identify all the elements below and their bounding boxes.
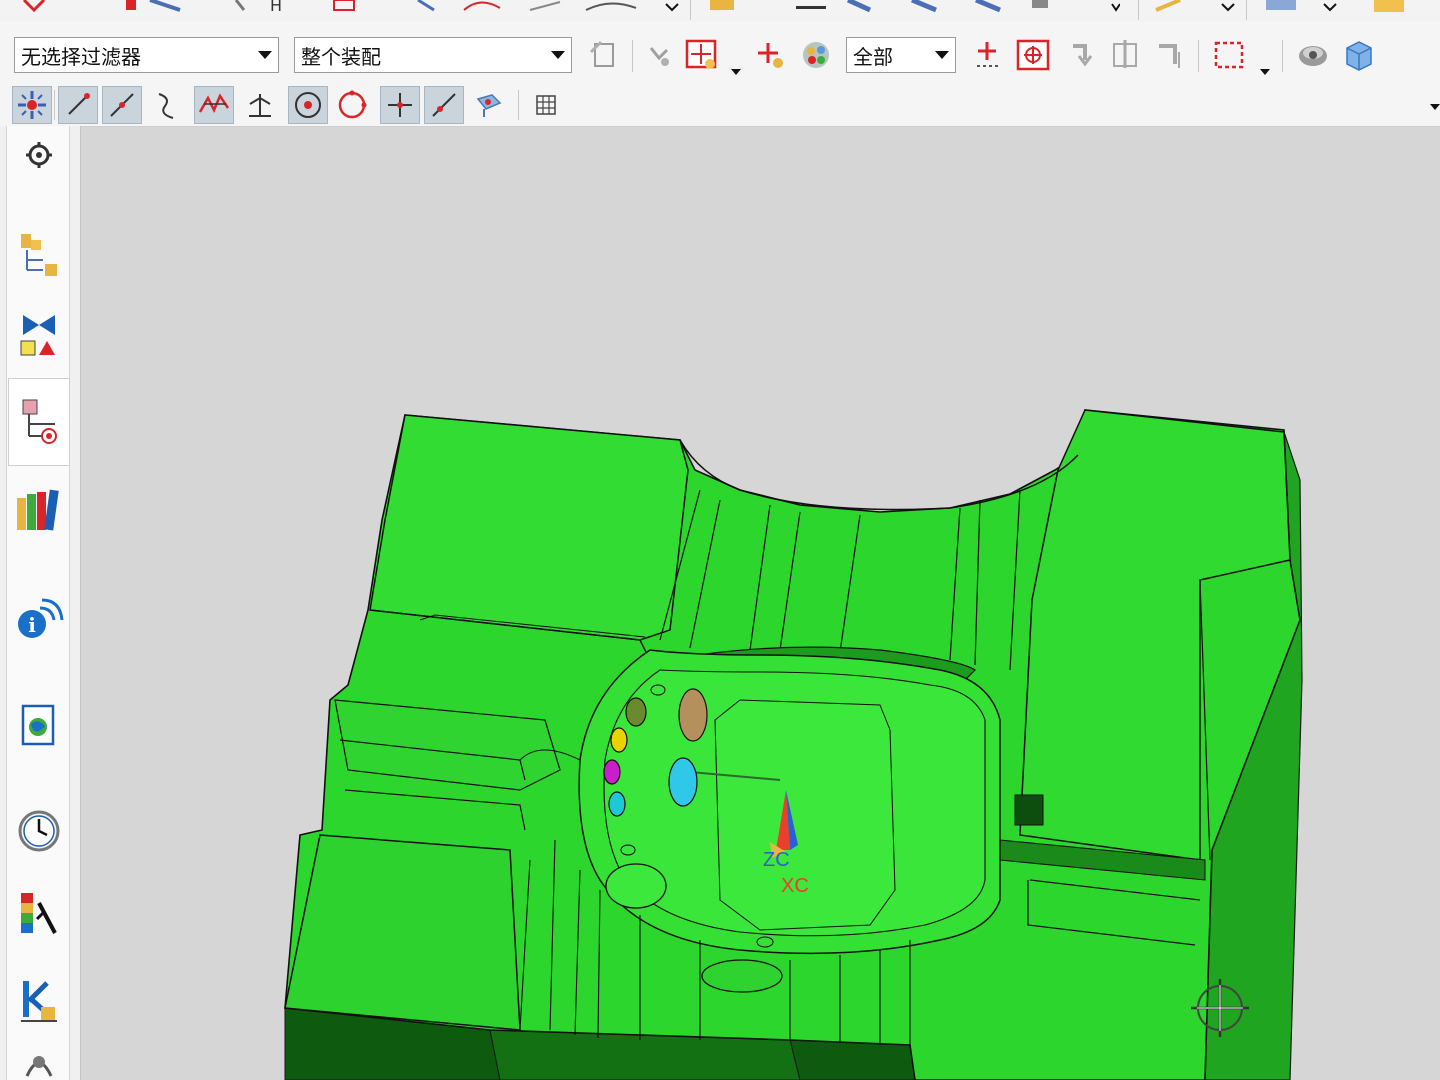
- point-on-curve-snap-button[interactable]: [424, 86, 464, 124]
- render-style-icon[interactable]: [1338, 36, 1380, 74]
- command-icon[interactable]: [20, 0, 50, 14]
- bounded-grid-snap-button[interactable]: [526, 86, 566, 124]
- wcs-z-label: ZC: [763, 849, 790, 871]
- select-by-name-icon[interactable]: [1106, 36, 1146, 74]
- system-materials-icon[interactable]: [10, 886, 68, 944]
- wcs-triad-icon: [770, 790, 798, 858]
- crosshair-cursor-icon: [1191, 979, 1249, 1037]
- endpoint-snap-button[interactable]: [58, 86, 98, 124]
- toolbar-separator: [54, 90, 55, 120]
- insert-pin[interactable]: [625, 697, 647, 727]
- select-all-visible-icon[interactable]: [1012, 36, 1054, 74]
- chevron-down-icon: [545, 38, 571, 72]
- insert-pin[interactable]: [678, 688, 708, 742]
- select-all-icon[interactable]: [968, 36, 1008, 74]
- process-studio-icon[interactable]: [10, 972, 68, 1030]
- layer-scope-dropdown[interactable]: 全部: [846, 37, 956, 73]
- rectangle-selection-icon[interactable]: [1208, 36, 1250, 74]
- control-point-snap-button[interactable]: [146, 86, 186, 124]
- chevron-down-icon: [252, 38, 278, 72]
- toolbar-overflow-icon[interactable]: [1430, 104, 1440, 110]
- quadrant-snap-button[interactable]: [332, 86, 372, 124]
- graphics-window[interactable]: ZC XC: [81, 127, 1440, 1080]
- toolbar-separator: [518, 90, 519, 120]
- snap-point-icon[interactable]: [752, 36, 788, 74]
- toolbar-separator: [1246, 0, 1247, 20]
- existing-point-snap-button[interactable]: [380, 86, 420, 124]
- roles-icon[interactable]: [10, 1046, 68, 1080]
- layer-scope-value: 全部: [853, 44, 893, 69]
- history-icon[interactable]: [10, 802, 68, 860]
- toolbar-separator: [690, 0, 691, 20]
- select-color-icon[interactable]: [796, 36, 836, 74]
- hd3d-tools-icon[interactable]: i: [10, 588, 68, 646]
- command-icon[interactable]: [1260, 0, 1440, 14]
- toolbar-separator: [1198, 40, 1199, 72]
- select-feature-icon[interactable]: [682, 36, 722, 74]
- chevron-down-icon: [929, 38, 955, 72]
- chevron-down-icon[interactable]: [1260, 69, 1270, 75]
- command-icon[interactable]: [1150, 0, 1240, 14]
- reuse-library-icon[interactable]: [10, 480, 68, 538]
- selection-scope-dropdown[interactable]: 整个装配: [294, 37, 572, 73]
- svg-text:H: H: [270, 0, 282, 14]
- command-icon[interactable]: [410, 0, 690, 14]
- toolbar-separator: [632, 40, 633, 72]
- command-icon[interactable]: H: [230, 0, 370, 14]
- insert-pin[interactable]: [610, 727, 628, 753]
- part-navigator-icon[interactable]: [8, 378, 70, 466]
- enable-snap-point-button[interactable]: [12, 86, 52, 124]
- type-filter-value: 无选择过滤器: [21, 44, 141, 69]
- main-toolbar-strip: H: [0, 0, 1440, 23]
- assembly-navigator-icon[interactable]: [10, 226, 68, 284]
- insert-pins-group: [603, 688, 798, 858]
- chevron-down-icon[interactable]: [731, 69, 741, 75]
- constraint-navigator-icon[interactable]: [10, 308, 68, 366]
- insert-pin[interactable]: [668, 757, 698, 807]
- toolbar-separator: [1282, 40, 1283, 72]
- insert-pin[interactable]: [608, 791, 626, 817]
- selection-scope-value: 整个装配: [301, 44, 381, 69]
- web-browser-icon[interactable]: [10, 696, 68, 754]
- deselect-icon[interactable]: [1060, 36, 1100, 74]
- filter-settings-icon[interactable]: [1150, 36, 1190, 74]
- perpendicular-snap-button[interactable]: [240, 86, 280, 124]
- arc-center-snap-button[interactable]: [288, 86, 328, 124]
- selection-intent-icon[interactable]: [642, 36, 678, 74]
- settings-icon[interactable]: [10, 126, 68, 184]
- point-on-face-snap-button[interactable]: [468, 86, 508, 124]
- command-icon[interactable]: [120, 0, 190, 14]
- selection-toolbar: 无选择过滤器 整个装配 全部: [0, 22, 1440, 84]
- midpoint-snap-button[interactable]: [102, 86, 142, 124]
- general-selection-filter-icon[interactable]: [584, 36, 624, 74]
- intersection-snap-button[interactable]: [194, 86, 234, 124]
- show-hide-icon[interactable]: [1292, 36, 1334, 74]
- toolbar-separator: [1138, 0, 1139, 20]
- command-icon[interactable]: [700, 0, 1120, 14]
- insert-pin[interactable]: [603, 759, 621, 785]
- resource-bar: i: [0, 126, 81, 1080]
- svg-text:i: i: [28, 613, 36, 637]
- wcs-x-label: XC: [781, 875, 809, 897]
- type-filter-dropdown[interactable]: 无选择过滤器: [14, 37, 279, 73]
